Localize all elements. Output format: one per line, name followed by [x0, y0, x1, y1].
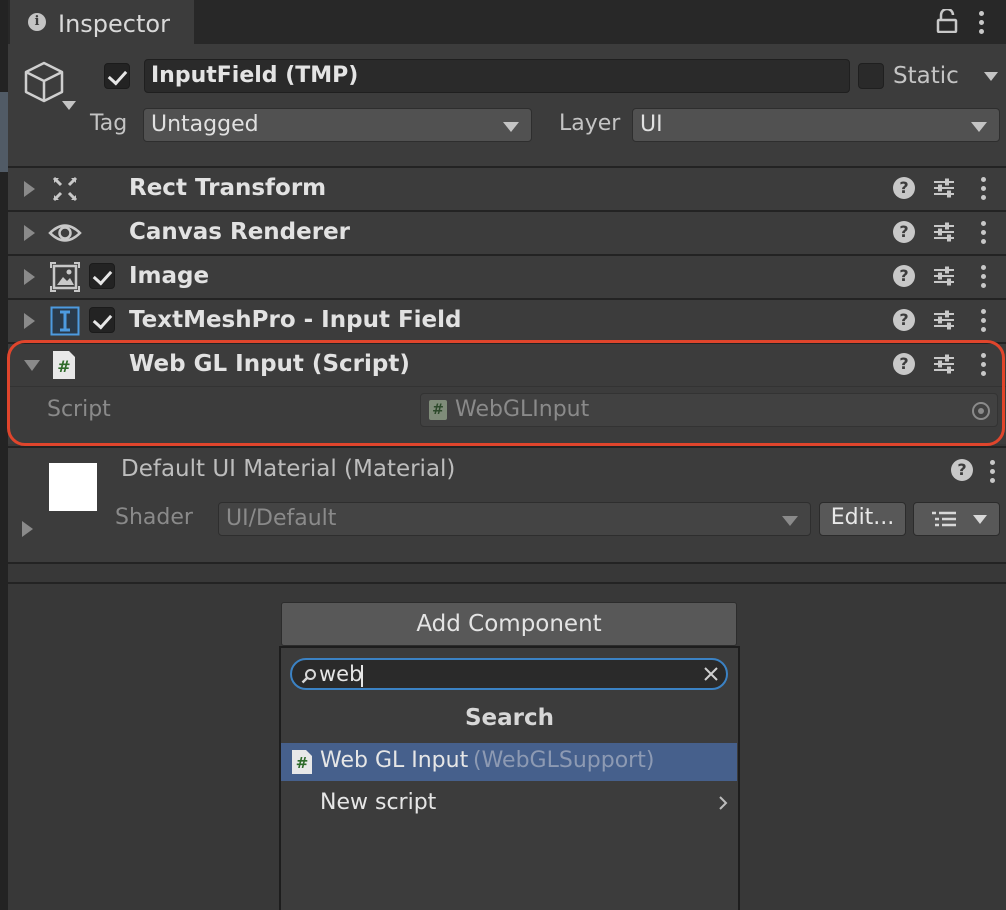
- info-icon: i: [28, 13, 46, 31]
- foldout-arrow-icon[interactable]: [24, 269, 35, 285]
- divider: [8, 582, 1006, 584]
- static-label: Static: [893, 63, 959, 89]
- component-name: Canvas Renderer: [129, 219, 351, 245]
- left-panel-edge: [0, 0, 8, 910]
- help-icon[interactable]: ?: [893, 221, 915, 243]
- layer-label: Layer: [559, 111, 621, 136]
- component-menu-kebab-icon[interactable]: [981, 309, 987, 336]
- component-row-image[interactable]: Image: [8, 254, 1006, 298]
- chevron-down-icon: [503, 122, 519, 132]
- result-name: Web GL Input: [320, 748, 469, 773]
- chevron-down-icon: [973, 515, 987, 524]
- component-name: TextMeshPro - Input Field: [129, 307, 462, 333]
- gameobject-cube-icon[interactable]: [22, 60, 66, 104]
- tab-inspector[interactable]: i Inspector: [10, 0, 194, 44]
- svg-text:#: #: [57, 357, 70, 376]
- component-enabled-checkbox[interactable]: [89, 263, 115, 289]
- icon-dropdown-caret-icon[interactable]: [62, 101, 76, 110]
- material-menu-kebab-icon[interactable]: [990, 460, 996, 487]
- script-object-field[interactable]: # WebGLInput: [420, 393, 998, 427]
- component-search-input[interactable]: web: [290, 658, 728, 690]
- component-name: Rect Transform: [129, 175, 327, 201]
- help-icon[interactable]: ?: [893, 177, 915, 199]
- edit-shader-button[interactable]: Edit...: [819, 502, 906, 536]
- script-label: Script: [47, 397, 111, 422]
- presets-icon[interactable]: [933, 309, 955, 331]
- list-icon: [932, 511, 956, 527]
- shader-options-button[interactable]: [913, 502, 1000, 536]
- help-icon[interactable]: ?: [893, 309, 915, 331]
- presets-icon[interactable]: [933, 353, 955, 375]
- component-name: Image: [129, 263, 210, 289]
- shader-value: UI/Default: [226, 506, 337, 531]
- script-hash-icon: #: [429, 400, 447, 420]
- result-namespace: (WebGLSupport): [473, 748, 655, 773]
- shader-dropdown[interactable]: UI/Default: [218, 502, 811, 536]
- svg-text:#: #: [296, 754, 309, 772]
- search-icon: [301, 669, 316, 684]
- component-row-rect-transform[interactable]: Rect Transform: [8, 166, 1006, 210]
- presets-icon[interactable]: [933, 221, 955, 243]
- rect-transform-icon: [52, 176, 78, 202]
- script-icon: #: [53, 351, 75, 379]
- chevron-right-icon: [719, 796, 728, 810]
- lock-icon[interactable]: [936, 9, 958, 33]
- help-icon[interactable]: ?: [893, 265, 915, 287]
- object-picker-icon[interactable]: [971, 401, 991, 421]
- presets-icon[interactable]: [933, 265, 955, 287]
- foldout-arrow-icon[interactable]: [24, 181, 35, 197]
- component-enabled-checkbox[interactable]: [89, 307, 115, 333]
- component-menu-kebab-icon[interactable]: [981, 353, 987, 380]
- script-value: WebGLInput: [455, 397, 590, 422]
- material-foldout-arrow-icon[interactable]: [22, 521, 33, 537]
- foldout-expanded-arrow-icon[interactable]: [24, 360, 40, 371]
- eye-icon: [48, 224, 82, 242]
- component-menu-kebab-icon[interactable]: [981, 221, 987, 248]
- image-icon: [50, 262, 80, 292]
- presets-icon[interactable]: [933, 177, 955, 199]
- shader-label: Shader: [115, 505, 193, 530]
- foldout-arrow-icon[interactable]: [24, 313, 35, 329]
- component-row-textmeshpro-input-field[interactable]: TextMeshPro - Input Field: [8, 298, 1006, 342]
- component-menu-kebab-icon[interactable]: [981, 177, 987, 204]
- tag-label: Tag: [90, 111, 128, 136]
- component-name: Web GL Input (Script): [129, 351, 410, 377]
- search-section-title: Search: [464, 705, 555, 731]
- tab-title: Inspector: [58, 10, 170, 38]
- layer-value: UI: [640, 112, 663, 137]
- material-preview-swatch[interactable]: [49, 463, 97, 511]
- tag-dropdown[interactable]: Untagged: [143, 108, 532, 142]
- text-caret: [361, 665, 363, 687]
- foldout-arrow-icon[interactable]: [24, 225, 35, 241]
- clear-search-icon[interactable]: [704, 667, 718, 681]
- text-cursor-icon: [50, 306, 80, 336]
- static-dropdown-caret-icon[interactable]: [984, 72, 998, 81]
- active-checkbox[interactable]: [104, 63, 130, 89]
- result-name: New script: [320, 790, 437, 815]
- static-checkbox[interactable]: [858, 63, 884, 89]
- script-icon: #: [292, 750, 312, 774]
- help-icon[interactable]: ?: [893, 353, 915, 375]
- add-component-button[interactable]: Add Component: [281, 602, 737, 646]
- material-name: Default UI Material (Material): [121, 456, 456, 482]
- layer-dropdown[interactable]: UI: [632, 108, 1000, 142]
- search-value: web: [319, 662, 363, 686]
- component-menu-kebab-icon[interactable]: [981, 265, 987, 292]
- material-help-icon[interactable]: ?: [951, 459, 973, 481]
- chevron-down-icon: [782, 516, 798, 526]
- search-result-new-script[interactable]: New script: [281, 785, 737, 821]
- object-name-field[interactable]: InputField (TMP): [144, 59, 850, 93]
- tag-value: Untagged: [151, 112, 259, 137]
- search-result-webgl-input[interactable]: # Web GL Input (WebGLSupport): [281, 743, 737, 781]
- component-row-canvas-renderer[interactable]: Canvas Renderer: [8, 210, 1006, 254]
- chevron-down-icon: [971, 122, 987, 132]
- tab-menu-kebab-icon[interactable]: [979, 11, 985, 38]
